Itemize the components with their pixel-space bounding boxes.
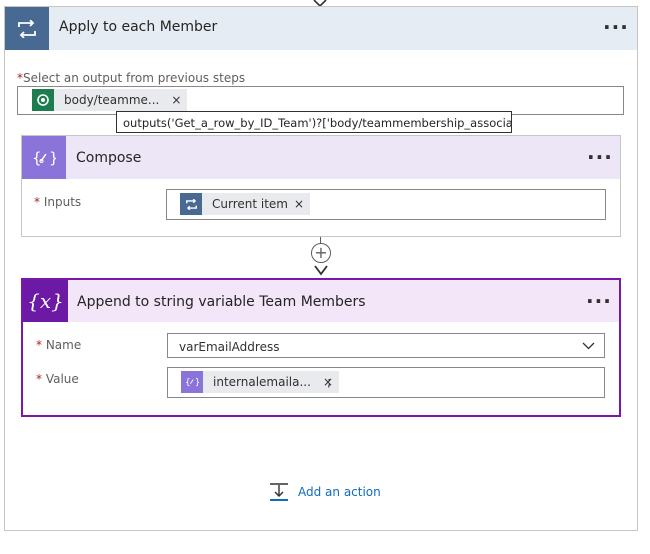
variable-name-select[interactable]: varEmailAddress: [167, 333, 605, 358]
token-label: Current item: [212, 197, 288, 211]
required-mark: *: [34, 195, 40, 209]
current-item-token[interactable]: Current item ×: [180, 193, 311, 215]
inputs-label-text: Inputs: [43, 195, 82, 209]
token-remove-button[interactable]: ×: [294, 197, 304, 211]
dataverse-icon: [32, 89, 54, 111]
loop-icon: [180, 193, 202, 215]
variable-value-field[interactable]: { } internalemaila... × ;: [167, 367, 605, 398]
add-action-icon: [270, 483, 288, 501]
dynamic-content-token[interactable]: body/teamme... ×: [32, 89, 188, 111]
token-label: body/teamme...: [64, 93, 160, 107]
token-remove-button[interactable]: ×: [171, 93, 181, 107]
svg-text:}: }: [195, 378, 199, 388]
inputs-label: * Inputs: [34, 195, 81, 209]
connector-arrow: [314, 265, 328, 276]
token-tooltip: outputs('Get_a_row_by_ID_Team')?['body/t…: [116, 111, 512, 133]
value-label-text: Value: [45, 372, 79, 386]
variable-icon: {x}: [23, 280, 68, 322]
variable-name-value: varEmailAddress: [179, 340, 280, 354]
add-action-label: Add an action: [298, 485, 381, 499]
select-output-label-text: Select an output from previous steps: [23, 71, 246, 85]
apply-to-each-more-button[interactable]: ···: [603, 17, 629, 37]
add-action-button[interactable]: Add an action: [268, 482, 381, 502]
value-label: * Value: [36, 372, 79, 386]
internal-email-token[interactable]: { } internalemaila... ×: [181, 371, 339, 393]
svg-text:{: {: [185, 378, 191, 388]
value-suffix: ;: [327, 375, 332, 390]
chevron-down-icon[interactable]: [582, 342, 595, 350]
svg-text:}: }: [49, 149, 56, 167]
select-output-label: *Select an output from previous steps: [17, 71, 245, 85]
apply-to-each-title: Apply to each Member: [59, 19, 218, 35]
compose-more-button[interactable]: ···: [587, 147, 613, 167]
loop-icon: [5, 7, 49, 50]
name-label-text: Name: [45, 338, 82, 352]
svg-text:{: {: [32, 149, 42, 167]
compose-icon: { }: [181, 371, 203, 393]
required-mark: *: [36, 338, 42, 352]
compose-icon: { }: [22, 136, 66, 179]
append-more-button[interactable]: ···: [586, 291, 612, 311]
compose-title: Compose: [76, 150, 142, 166]
token-label: internalemaila...: [213, 375, 311, 389]
compose-inputs-field[interactable]: Current item ×: [166, 189, 606, 220]
insert-step-plus-icon[interactable]: +: [311, 243, 331, 263]
append-variable-title: Append to string variable Team Members: [77, 294, 366, 310]
required-mark: *: [36, 372, 42, 386]
name-label: * Name: [36, 338, 81, 352]
